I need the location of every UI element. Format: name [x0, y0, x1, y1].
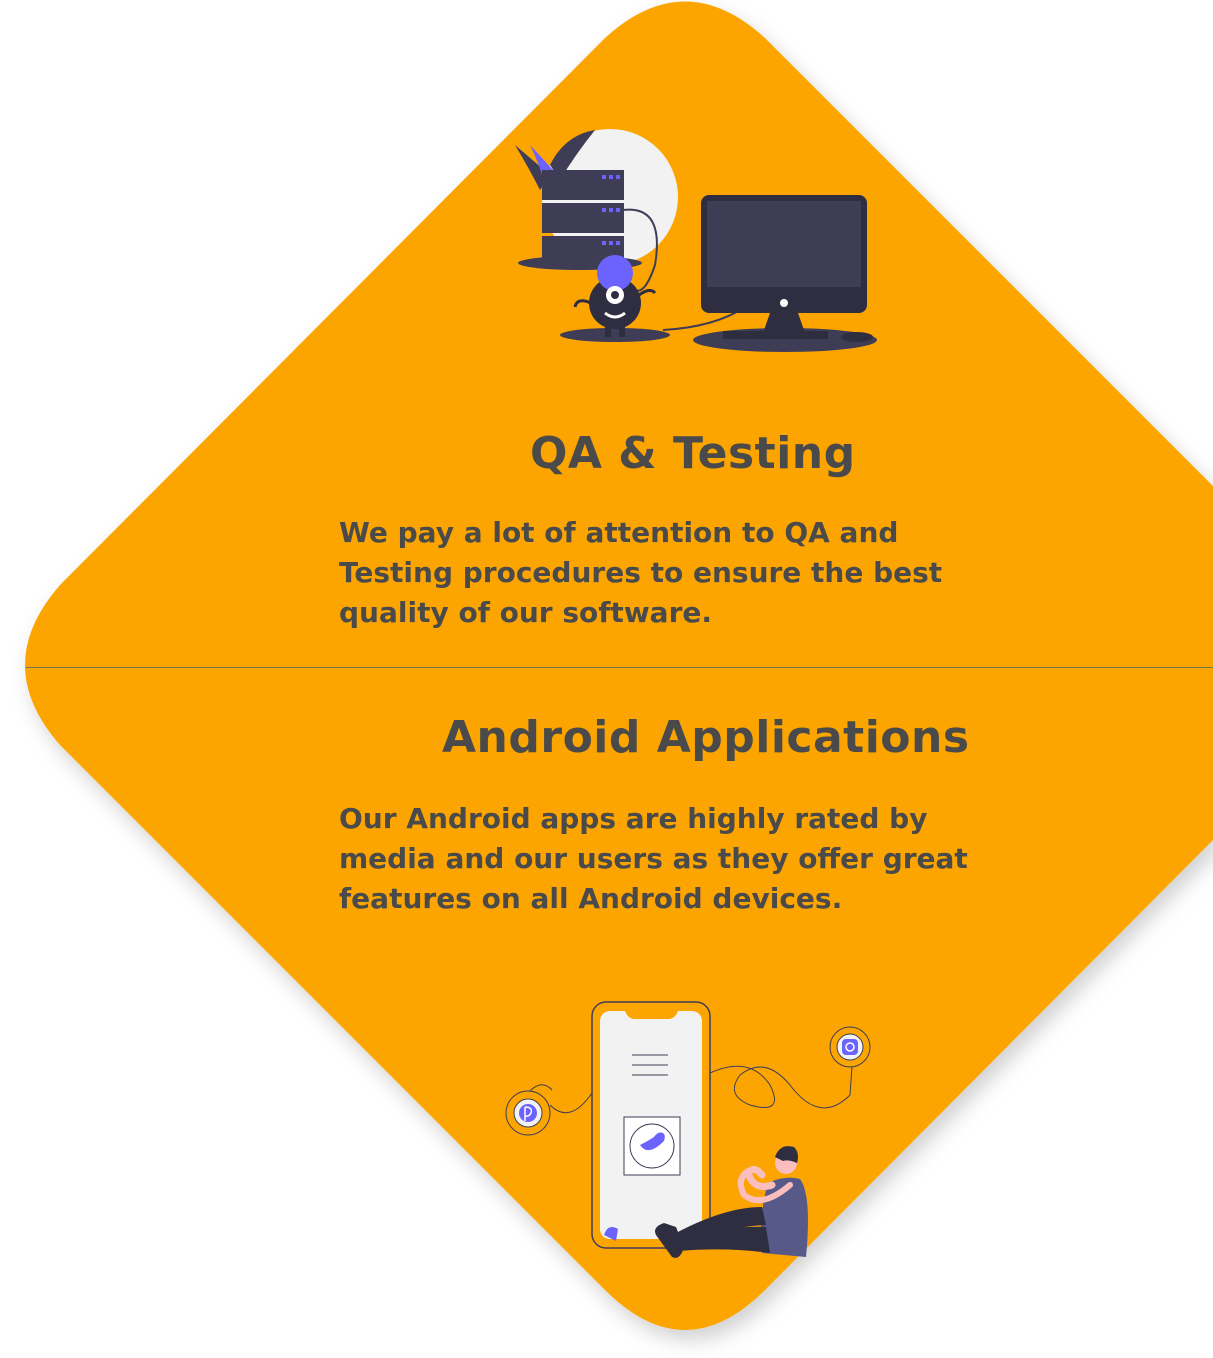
server-monitor-robot-illustration	[505, 115, 885, 360]
android-applications-title: Android Applications	[442, 712, 970, 763]
qa-testing-description: We pay a lot of attention to QA and Test…	[339, 516, 943, 629]
section-divider	[26, 667, 1213, 668]
qa-testing-title: QA & Testing	[530, 428, 856, 479]
phone-social-person-illustration	[500, 995, 880, 1270]
android-applications-description: Our Android apps are highly rated by med…	[339, 802, 968, 915]
